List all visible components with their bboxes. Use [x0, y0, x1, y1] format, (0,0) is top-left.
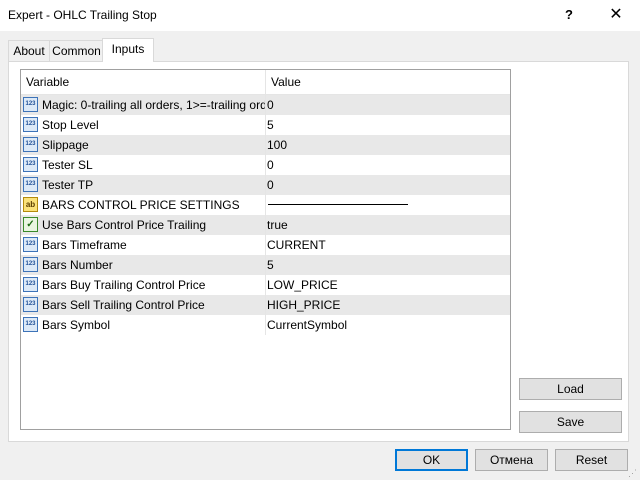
- variable-label: Tester TP: [42, 178, 94, 192]
- variable-label: Bars Number: [42, 258, 113, 272]
- table-row[interactable]: 123 Bars Timeframe CURRENT: [21, 235, 510, 255]
- table-row[interactable]: 123 Slippage 100: [21, 135, 510, 155]
- tab-about[interactable]: About: [8, 40, 50, 61]
- value-cell[interactable]: CurrentSymbol: [266, 315, 510, 335]
- value-text: CurrentSymbol: [267, 318, 348, 332]
- variable-cell: 123 Bars Buy Trailing Control Price: [21, 275, 266, 295]
- table-row[interactable]: 123 Bars Number 5: [21, 255, 510, 275]
- value-cell[interactable]: 100: [266, 135, 510, 155]
- table-row[interactable]: 123 Stop Level 5: [21, 115, 510, 135]
- column-header-value[interactable]: Value: [266, 70, 510, 94]
- integer-type-icon: 123: [23, 317, 38, 332]
- table-row[interactable]: 123 Magic: 0-trailing all orders, 1>=-tra…: [21, 95, 510, 115]
- table-row[interactable]: 123 Tester TP 0: [21, 175, 510, 195]
- variable-cell: 123 Tester TP: [21, 175, 266, 195]
- variable-label: Bars Timeframe: [42, 238, 127, 252]
- integer-type-icon: 123: [23, 237, 38, 252]
- value-cell[interactable]: 0: [266, 95, 510, 115]
- tab-common[interactable]: Common: [49, 40, 104, 61]
- variable-label: Use Bars Control Price Trailing: [42, 218, 207, 232]
- load-button[interactable]: Load: [519, 378, 622, 400]
- value-text: 5: [267, 258, 274, 272]
- value-text: LOW_PRICE: [267, 278, 338, 292]
- resize-grip-icon[interactable]: ⋰: [628, 468, 638, 478]
- value-cell[interactable]: CURRENT: [266, 235, 510, 255]
- help-button[interactable]: ?: [554, 4, 584, 26]
- value-cell[interactable]: 0: [266, 175, 510, 195]
- window-title: Expert - OHLC Trailing Stop: [8, 8, 157, 22]
- variable-label: Magic: 0-trailing all orders, 1>=-traili…: [42, 98, 265, 112]
- table-row[interactable]: ✓ Use Bars Control Price Trailing true: [21, 215, 510, 235]
- reset-button[interactable]: Reset: [555, 449, 628, 471]
- value-text: 0: [267, 98, 274, 112]
- string-type-icon: ab: [23, 197, 38, 212]
- value-cell[interactable]: 5: [266, 115, 510, 135]
- tab-inputs[interactable]: Inputs: [102, 38, 154, 62]
- variable-cell: 123 Bars Sell Trailing Control Price: [21, 295, 266, 315]
- grid-rows: 123 Magic: 0-trailing all orders, 1>=-tra…: [21, 95, 510, 335]
- variable-cell: 123 Bars Timeframe: [21, 235, 266, 255]
- table-row[interactable]: 123 Tester SL 0: [21, 155, 510, 175]
- variable-cell: 123 Bars Number: [21, 255, 266, 275]
- value-cell[interactable]: HIGH_PRICE: [266, 295, 510, 315]
- value-text: 100: [267, 138, 288, 152]
- value-cell[interactable]: true: [266, 215, 510, 235]
- value-cell[interactable]: 0: [266, 155, 510, 175]
- table-row[interactable]: 123 Bars Buy Trailing Control Price LOW_PR…: [21, 275, 510, 295]
- integer-type-icon: 123: [23, 97, 38, 112]
- separator-line: [268, 204, 408, 205]
- inputs-grid: Variable Value 123 Magic: 0-trailing all …: [20, 69, 511, 430]
- integer-type-icon: 123: [23, 177, 38, 192]
- variable-cell: 123 Stop Level: [21, 115, 266, 135]
- variable-cell: 123 Magic: 0-trailing all orders, 1>=-tra…: [21, 95, 266, 115]
- variable-cell: ab BARS CONTROL PRICE SETTINGS: [21, 195, 266, 215]
- boolean-type-icon: ✓: [23, 217, 38, 232]
- variable-label: Slippage: [42, 138, 89, 152]
- save-button[interactable]: Save: [519, 411, 622, 433]
- table-row[interactable]: ab BARS CONTROL PRICE SETTINGS: [21, 195, 510, 215]
- value-text: 5: [267, 118, 274, 132]
- variable-label: Bars Buy Trailing Control Price: [42, 278, 206, 292]
- variable-cell: ✓ Use Bars Control Price Trailing: [21, 215, 266, 235]
- variable-cell: 123 Tester SL: [21, 155, 266, 175]
- value-text: 0: [267, 178, 274, 192]
- table-row[interactable]: 123 Bars Symbol CurrentSymbol: [21, 315, 510, 335]
- value-text: CURRENT: [267, 238, 326, 252]
- variable-label: BARS CONTROL PRICE SETTINGS: [42, 198, 240, 212]
- value-cell[interactable]: LOW_PRICE: [266, 275, 510, 295]
- integer-type-icon: 123: [23, 137, 38, 152]
- value-cell[interactable]: 5: [266, 255, 510, 275]
- integer-type-icon: 123: [23, 297, 38, 312]
- integer-type-icon: 123: [23, 277, 38, 292]
- cancel-button[interactable]: Отмена: [475, 449, 548, 471]
- value-text: true: [267, 218, 288, 232]
- variable-cell: 123 Slippage: [21, 135, 266, 155]
- value-cell[interactable]: [266, 195, 510, 215]
- column-header-variable[interactable]: Variable: [21, 70, 266, 94]
- value-text: HIGH_PRICE: [267, 298, 341, 312]
- variable-cell: 123 Bars Symbol: [21, 315, 266, 335]
- close-button[interactable]: ✕: [601, 4, 631, 26]
- ok-button[interactable]: OK: [395, 449, 468, 471]
- integer-type-icon: 123: [23, 117, 38, 132]
- title-bar: Expert - OHLC Trailing Stop ? ✕: [0, 0, 640, 31]
- variable-label: Bars Symbol: [42, 318, 111, 332]
- integer-type-icon: 123: [23, 257, 38, 272]
- table-row[interactable]: 123 Bars Sell Trailing Control Price HIGH_…: [21, 295, 510, 315]
- value-text: 0: [267, 158, 274, 172]
- variable-label: Bars Sell Trailing Control Price: [42, 298, 205, 312]
- variable-label: Tester SL: [42, 158, 93, 172]
- grid-header: Variable Value: [21, 70, 510, 95]
- variable-label: Stop Level: [42, 118, 99, 132]
- integer-type-icon: 123: [23, 157, 38, 172]
